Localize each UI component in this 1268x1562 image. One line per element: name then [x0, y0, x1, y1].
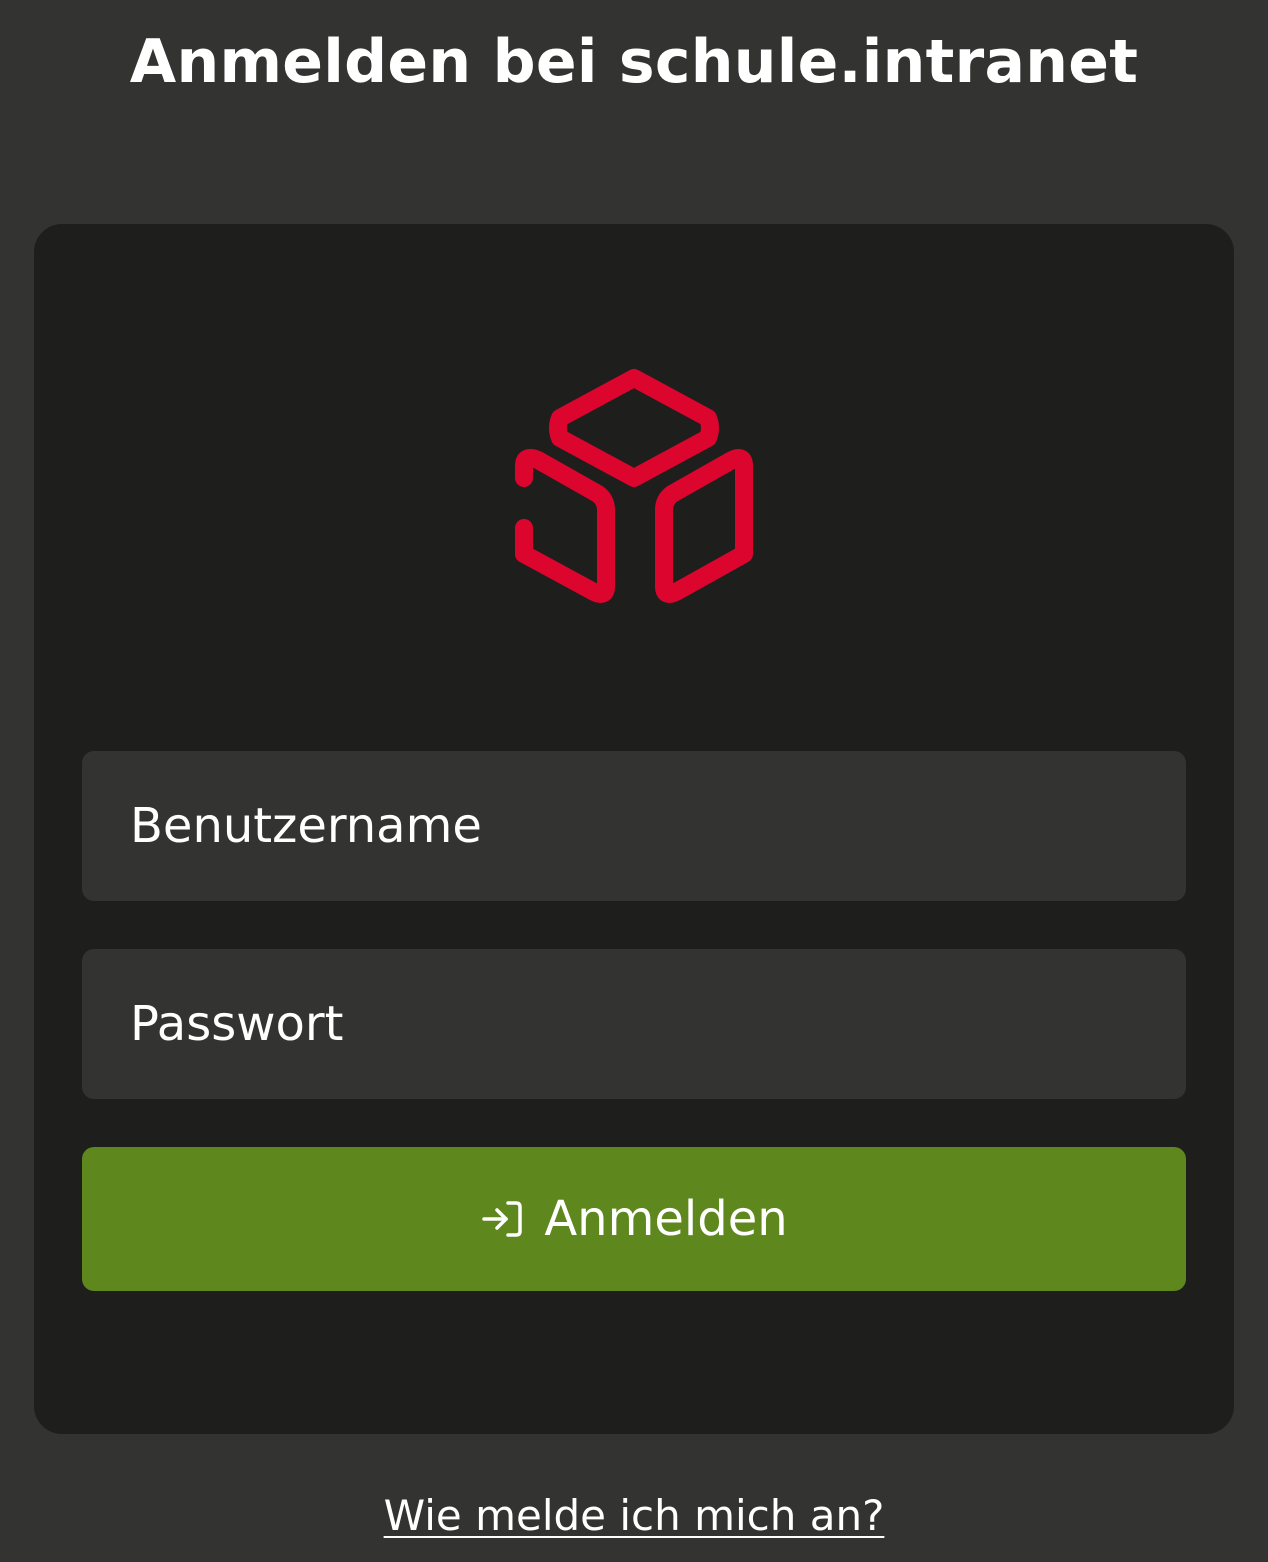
username-field[interactable] — [82, 751, 1186, 901]
cube-logo-icon — [512, 368, 756, 608]
help-link[interactable]: Wie melde ich mich an? — [0, 1488, 1268, 1544]
login-button-label: Anmelden — [544, 1191, 788, 1247]
username-input[interactable] — [130, 751, 1186, 901]
page-title: Anmelden bei schule.intranet — [129, 27, 1139, 97]
password-input[interactable] — [130, 949, 1186, 1099]
login-button[interactable]: Anmelden — [82, 1147, 1186, 1291]
password-field[interactable] — [82, 949, 1186, 1099]
login-arrow-icon — [482, 1201, 523, 1237]
